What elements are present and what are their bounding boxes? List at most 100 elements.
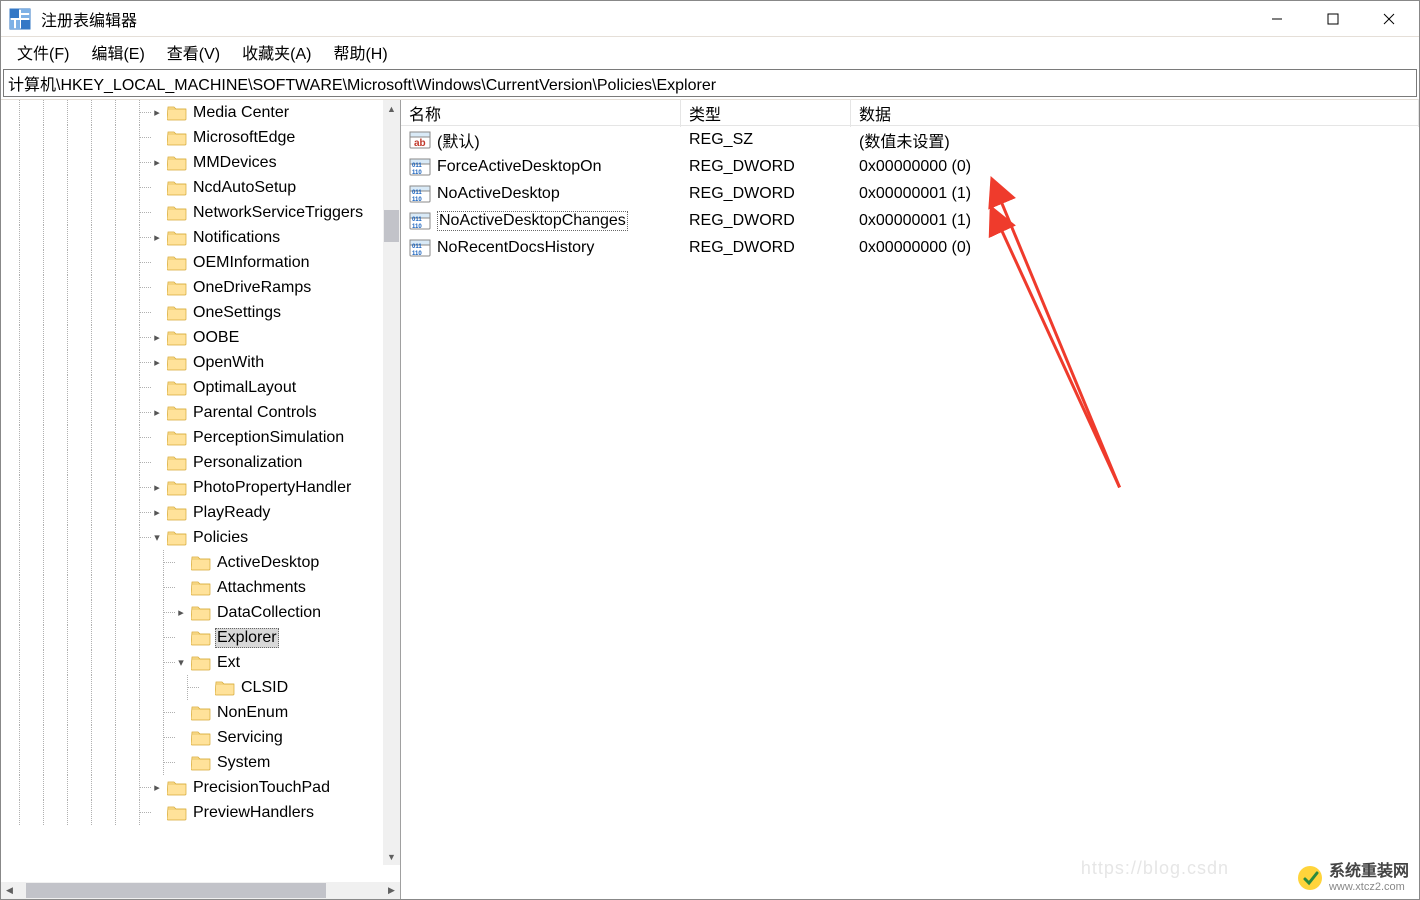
folder-icon [167, 155, 187, 171]
tree-item[interactable]: ▸OpenWith [1, 350, 400, 375]
tree-caret-icon[interactable]: ▸ [149, 155, 165, 171]
tree-item[interactable]: ▸Parental Controls [1, 400, 400, 425]
tree-item[interactable]: OneSettings [1, 300, 400, 325]
tree-horizontal-scrollbar[interactable]: ◀ ▶ [1, 882, 400, 899]
tree-label: NetworkServiceTriggers [191, 204, 365, 222]
hscroll-thumb[interactable] [26, 883, 326, 898]
menu-favorites[interactable]: 收藏夹(A) [232, 37, 321, 67]
tree-label: Explorer [215, 628, 279, 648]
values-list[interactable]: (默认)REG_SZ(数值未设置)ForceActiveDesktopOnREG… [401, 126, 1419, 899]
menu-help[interactable]: 帮助(H) [323, 37, 397, 67]
menu-edit[interactable]: 编辑(E) [81, 37, 154, 67]
tree-caret-icon[interactable]: ▸ [149, 405, 165, 421]
tree-item[interactable]: ▸PlayReady [1, 500, 400, 525]
value-row[interactable]: ForceActiveDesktopOnREG_DWORD0x00000000 … [401, 153, 1419, 180]
tree-label: OptimalLayout [191, 379, 298, 397]
dword-value-icon [409, 156, 431, 178]
close-button[interactable] [1361, 2, 1417, 36]
tree-caret-icon [173, 705, 189, 721]
folder-icon [191, 555, 211, 571]
tree-item[interactable]: ActiveDesktop [1, 550, 400, 575]
value-row[interactable]: NoRecentDocsHistoryREG_DWORD0x00000000 (… [401, 234, 1419, 261]
dword-value-icon [409, 237, 431, 259]
vscroll-thumb[interactable] [384, 210, 399, 242]
tree-item[interactable]: OEMInformation [1, 250, 400, 275]
tree-caret-icon[interactable]: ▸ [149, 355, 165, 371]
tree-item[interactable]: ▸PrecisionTouchPad [1, 775, 400, 800]
value-row[interactable]: NoActiveDesktopREG_DWORD0x00000001 (1) [401, 180, 1419, 207]
tree-item[interactable]: OneDriveRamps [1, 275, 400, 300]
tree-item[interactable]: OptimalLayout [1, 375, 400, 400]
tree-label: Policies [191, 529, 250, 547]
tree-item[interactable]: Explorer [1, 625, 400, 650]
tree-caret-icon[interactable]: ▸ [149, 780, 165, 796]
folder-icon [167, 305, 187, 321]
tree-item[interactable]: System [1, 750, 400, 775]
tree-item[interactable]: ▸Notifications [1, 225, 400, 250]
value-data: 0x00000001 (1) [851, 185, 1419, 203]
scroll-right-icon[interactable]: ▶ [383, 882, 400, 899]
folder-icon [167, 180, 187, 196]
value-row[interactable]: (默认)REG_SZ(数值未设置) [401, 126, 1419, 153]
tree-label: Personalization [191, 454, 304, 472]
tree-item[interactable]: ▸ Media Center [1, 100, 400, 125]
tree-item[interactable]: Servicing [1, 725, 400, 750]
column-type[interactable]: 类型 [681, 99, 851, 127]
value-type: REG_DWORD [681, 158, 851, 176]
column-data[interactable]: 数据 [851, 99, 1419, 127]
tree-item[interactable]: NonEnum [1, 700, 400, 725]
scroll-left-icon[interactable]: ◀ [1, 882, 18, 899]
tree-caret-icon [149, 805, 165, 821]
folder-icon [167, 280, 187, 296]
tree-item[interactable]: MicrosoftEdge [1, 125, 400, 150]
value-row[interactable]: NoActiveDesktopChangesREG_DWORD0x0000000… [401, 207, 1419, 234]
tree-item[interactable]: ▸DataCollection [1, 600, 400, 625]
tree-caret-icon[interactable]: ▸ [149, 105, 165, 121]
menu-file[interactable]: 文件(F) [7, 37, 79, 67]
tree-caret-icon[interactable]: ▸ [149, 480, 165, 496]
folder-icon [191, 755, 211, 771]
tree-label: PreviewHandlers [191, 804, 316, 822]
tree-item[interactable]: ▾ Policies [1, 525, 400, 550]
column-name[interactable]: 名称 [401, 99, 681, 127]
tree-label: MMDevices [191, 154, 279, 172]
window-title: 注册表编辑器 [41, 7, 137, 31]
tree-vertical-scrollbar[interactable]: ▲ ▼ [383, 100, 400, 865]
tree-item[interactable]: NcdAutoSetup [1, 175, 400, 200]
tree-label: Media Center [191, 104, 291, 122]
tree-caret-icon [149, 305, 165, 321]
folder-icon [191, 605, 211, 621]
tree-item[interactable]: Attachments [1, 575, 400, 600]
menu-view[interactable]: 查看(V) [157, 37, 230, 67]
value-data: (数值未设置) [851, 128, 1419, 152]
tree-caret-icon[interactable]: ▸ [173, 605, 189, 621]
tree-item[interactable]: ▸ MMDevices [1, 150, 400, 175]
tree-item[interactable]: ▾Ext [1, 650, 400, 675]
minimize-button[interactable] [1249, 2, 1305, 36]
tree-caret-icon [149, 205, 165, 221]
maximize-button[interactable] [1305, 2, 1361, 36]
tree-caret-icon[interactable]: ▾ [173, 655, 189, 671]
tree-label: CLSID [239, 679, 290, 697]
tree-item[interactable]: PreviewHandlers [1, 800, 400, 825]
address-bar[interactable]: 计算机\HKEY_LOCAL_MACHINE\SOFTWARE\Microsof… [3, 69, 1417, 97]
tree-caret-icon[interactable]: ▾ [149, 530, 165, 546]
scroll-down-icon[interactable]: ▼ [383, 848, 400, 865]
scroll-up-icon[interactable]: ▲ [383, 100, 400, 117]
folder-icon [191, 655, 211, 671]
tree-caret-icon[interactable]: ▸ [149, 230, 165, 246]
tree-item[interactable]: NetworkServiceTriggers [1, 200, 400, 225]
tree-caret-icon [173, 755, 189, 771]
tree-item[interactable]: PerceptionSimulation [1, 425, 400, 450]
tree-caret-icon [149, 255, 165, 271]
tree-item[interactable]: CLSID [1, 675, 400, 700]
tree-item[interactable]: Personalization [1, 450, 400, 475]
tree-item[interactable]: ▸PhotoPropertyHandler [1, 475, 400, 500]
registry-tree[interactable]: ▸ Media Center MicrosoftEdge ▸ MMDevices NcdA… [1, 100, 400, 825]
tree-caret-icon[interactable]: ▸ [149, 505, 165, 521]
tree-caret-icon [173, 630, 189, 646]
tree-caret-icon [149, 430, 165, 446]
folder-icon [167, 805, 187, 821]
tree-item[interactable]: ▸OOBE [1, 325, 400, 350]
tree-caret-icon[interactable]: ▸ [149, 330, 165, 346]
